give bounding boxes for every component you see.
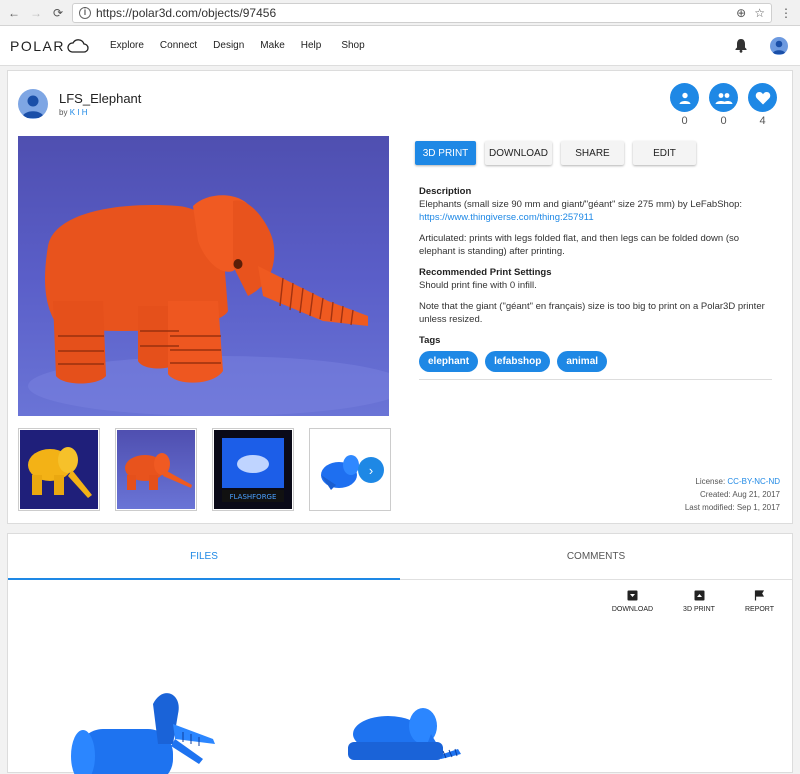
browser-chrome: ← → ⟳ i https://polar3d.com/objects/9745… <box>0 0 800 26</box>
settings-text: Should print fine with 0 infill. <box>419 280 537 291</box>
url-text[interactable]: https://polar3d.com/objects/97456 <box>96 6 276 20</box>
description-text: Elephants (small size 90 mm and giant/"g… <box>419 198 774 224</box>
nav-explore[interactable]: Explore <box>110 40 144 51</box>
note-text: Note that the giant ("géant" en français… <box>419 301 765 325</box>
group-icon <box>715 92 732 104</box>
author-avatar[interactable] <box>18 89 48 119</box>
notification-bell-icon[interactable] <box>734 38 748 53</box>
modified-date: Last modified: Sep 1, 2017 <box>684 503 780 512</box>
thumbnail-strip: FLASHFORGE › <box>18 428 391 511</box>
elephant-photo <box>28 195 389 416</box>
tag-chip[interactable]: lefabshop <box>485 351 551 372</box>
settings-heading: Recommended Print Settings <box>419 267 552 278</box>
likes-count: 4 <box>759 115 766 127</box>
download-box-icon <box>627 590 638 601</box>
license-label: License: <box>695 477 726 486</box>
followers-count: 0 <box>681 115 688 127</box>
download-button[interactable]: DOWNLOAD <box>485 141 552 165</box>
edit-button[interactable]: EDIT <box>633 141 696 165</box>
description-panel: Description Elephants (small size 90 mm … <box>419 185 774 380</box>
groups-count: 0 <box>720 115 727 127</box>
info-icon[interactable]: i <box>79 6 91 19</box>
main-photo[interactable] <box>18 136 389 416</box>
object-header: LFS_Elephant by K I H <box>18 89 141 119</box>
report-label: REPORT <box>744 606 774 613</box>
object-stats: 0 0 4 <box>670 83 777 127</box>
thumbnail-2[interactable] <box>115 428 197 511</box>
forward-icon[interactable]: → <box>28 5 44 21</box>
object-meta: License: CC-BY-NC-ND Created: Aug 21, 20… <box>685 475 780 514</box>
object-card: LFS_Elephant by K I H 0 0 4 FLASHFORGE ›… <box>7 70 793 524</box>
person-icon <box>679 92 690 104</box>
license-line: License: CC-BY-NC-ND <box>685 475 780 488</box>
thingiverse-link[interactable]: https://www.thingiverse.com/thing:257911 <box>419 212 594 223</box>
tab-files[interactable]: FILES <box>8 534 400 580</box>
tag-chip[interactable]: elephant <box>419 351 479 372</box>
files-3d-print-button[interactable]: 3D PRINT <box>683 590 715 613</box>
likes-stat[interactable]: 4 <box>748 83 777 127</box>
nav-help[interactable]: Help <box>301 40 322 51</box>
object-title: LFS_Elephant <box>59 91 142 106</box>
tag-chip[interactable]: animal <box>557 351 608 372</box>
logo-text: POLAR <box>10 37 65 54</box>
tab-bar: FILES COMMENTS <box>8 534 792 580</box>
groups-stat[interactable]: 0 <box>709 83 738 127</box>
tags-heading: Tags <box>419 335 441 346</box>
bookmark-star-icon[interactable]: ☆ <box>754 6 765 20</box>
model-preview-large[interactable] <box>63 684 243 774</box>
author-link[interactable]: K I H <box>70 108 88 117</box>
thumbnail-next-button[interactable]: › <box>358 457 384 483</box>
svg-text:FLASHFORGE: FLASHFORGE <box>230 493 277 501</box>
share-button[interactable]: SHARE <box>561 141 624 165</box>
file-actions: DOWNLOAD 3D PRINT REPORT <box>612 590 774 613</box>
tag-list: elephant lefabshop animal <box>419 351 772 380</box>
report-button[interactable]: REPORT <box>745 590 774 613</box>
download-label: DOWNLOAD <box>611 606 654 613</box>
polar-logo[interactable]: POLAR <box>10 38 110 54</box>
nav-design[interactable]: Design <box>213 40 244 51</box>
reload-icon[interactable]: ⟳ <box>50 5 66 21</box>
app-header: POLAR Explore Connect Design Make Help S… <box>0 26 800 66</box>
flag-icon <box>754 590 765 601</box>
main-nav: Explore Connect Design Make Help Shop <box>110 40 381 51</box>
files-download-button[interactable]: DOWNLOAD <box>612 590 653 613</box>
files-card: FILES COMMENTS DOWNLOAD 3D PRINT REPORT <box>7 533 793 774</box>
print-label: 3D PRINT <box>683 606 715 613</box>
address-bar[interactable]: i https://polar3d.com/objects/97456 ⊕ ☆ <box>72 2 772 23</box>
user-avatar[interactable] <box>770 36 788 55</box>
thumbnail-1[interactable] <box>18 428 100 511</box>
model-preview-small[interactable] <box>343 704 483 764</box>
nav-shop[interactable]: Shop <box>341 40 364 51</box>
object-actions: 3D PRINT DOWNLOAD SHARE EDIT <box>415 141 696 165</box>
articulated-text: Articulated: prints with legs folded fla… <box>419 233 740 257</box>
print-box-icon <box>694 590 704 601</box>
thumbnail-4[interactable]: › <box>309 428 391 511</box>
created-date: Created: Aug 21, 2017 <box>699 490 780 499</box>
nav-connect[interactable]: Connect <box>160 40 197 51</box>
author-line: by K I H <box>59 108 141 117</box>
license-link[interactable]: CC-BY-NC-ND <box>727 477 780 486</box>
zoom-icon[interactable]: ⊕ <box>736 6 746 20</box>
followers-stat[interactable]: 0 <box>670 83 699 127</box>
heart-icon <box>755 91 770 104</box>
description-heading: Description <box>419 186 472 197</box>
thumbnail-3[interactable]: FLASHFORGE <box>212 428 294 511</box>
more-menu-icon[interactable]: ⋮ <box>778 5 794 21</box>
by-label: by <box>59 108 68 117</box>
nav-make[interactable]: Make <box>260 40 284 51</box>
3d-print-button[interactable]: 3D PRINT <box>415 141 476 165</box>
tab-comments[interactable]: COMMENTS <box>400 534 792 579</box>
back-icon[interactable]: ← <box>6 5 22 21</box>
description-line: Elephants (small size 90 mm and giant/"g… <box>419 199 743 210</box>
cloud-icon <box>67 38 89 53</box>
